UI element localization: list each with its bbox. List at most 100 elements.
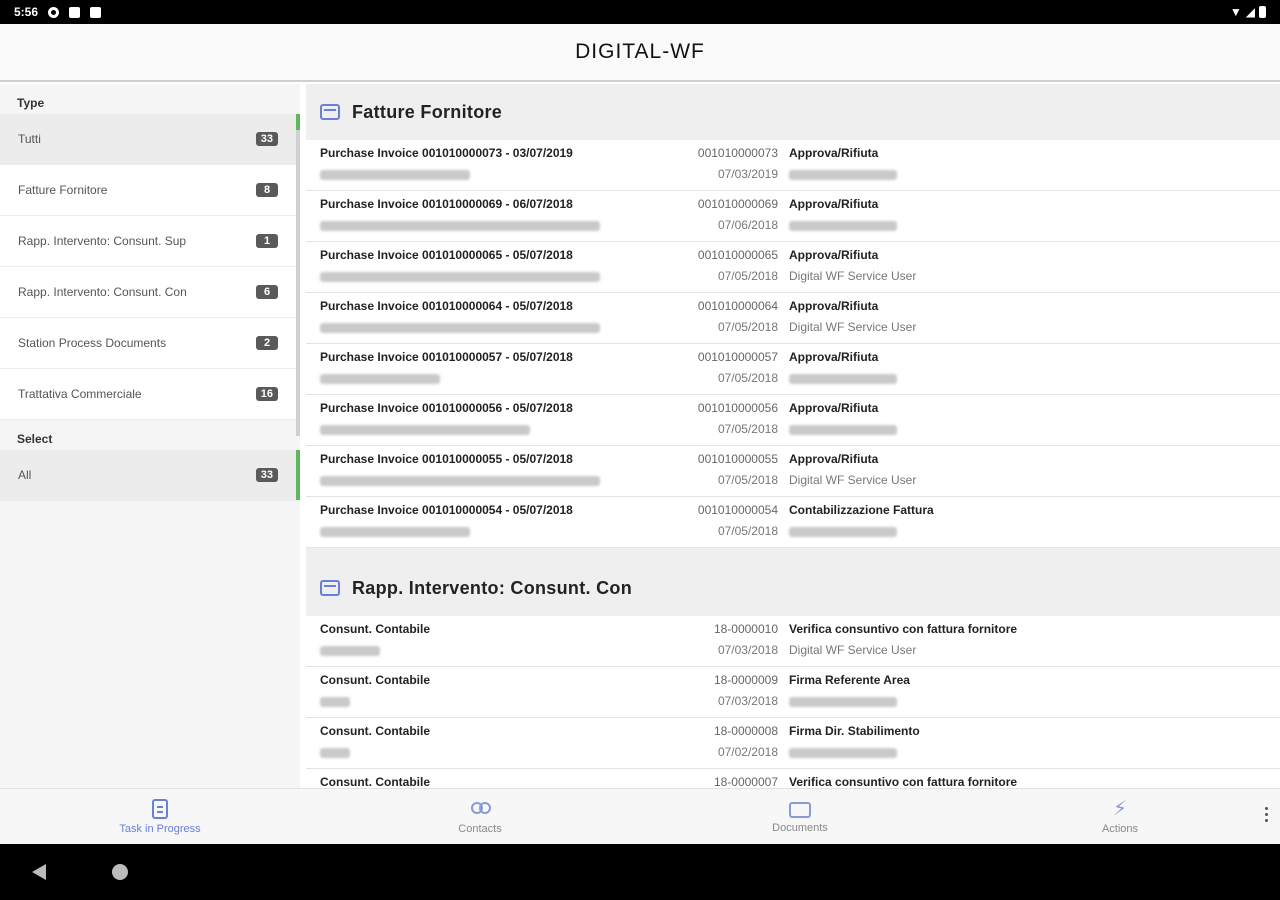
redacted-subtitle: [320, 421, 680, 437]
overflow-menu-icon[interactable]: [1265, 807, 1268, 822]
sidebar-item[interactable]: Fatture Fornitore 8: [0, 165, 296, 216]
task-row[interactable]: Purchase Invoice 001010000054 - 05/07/20…: [306, 497, 1280, 548]
sidebar-item-label: Rapp. Intervento: Consunt. Sup: [18, 234, 187, 248]
group-header[interactable]: Fatture Fornitore: [306, 84, 1280, 140]
task-row[interactable]: Purchase Invoice 001010000056 - 05/07/20…: [306, 395, 1280, 446]
redacted-text: [320, 526, 470, 537]
task-user: Digital WF Service User: [789, 320, 917, 334]
battery-icon: [1259, 6, 1266, 18]
task-user: [789, 370, 1269, 386]
task-action: Approva/Rifiuta: [789, 452, 879, 466]
task-meta: 001010000073 07/03/2019: [636, 145, 778, 182]
task-date: 07/05/2018: [717, 269, 778, 283]
task-user: [789, 421, 1269, 437]
task-icon: [152, 798, 168, 819]
task-action: Firma Referente Area: [789, 673, 910, 687]
task-date: 07/03/2018: [717, 694, 778, 708]
task-action: Approva/Rifiuta: [789, 350, 879, 364]
task-row[interactable]: Consunt. Contabile 18-0000007 Verifica con…: [306, 769, 1280, 788]
count-badge: 8: [256, 183, 278, 197]
actions-icon: ⚡: [1112, 797, 1128, 820]
redacted-text: [789, 424, 897, 435]
redacted-text: [320, 747, 350, 758]
task-number: 001010000056: [697, 401, 778, 415]
nav-item[interactable]: Contacts: [320, 789, 640, 844]
nav-item[interactable]: Task in Progress: [0, 789, 320, 844]
group-header[interactable]: Rapp. Intervento: Consunt. Con: [306, 560, 1280, 616]
task-action: Contabilizzazione Fattura: [789, 503, 934, 517]
sidebar-item-label: Fatture Fornitore: [18, 183, 108, 197]
task-description: Consunt. Contabile: [320, 774, 680, 788]
task-row[interactable]: Purchase Invoice 001010000073 - 03/07/20…: [306, 140, 1280, 191]
task-row[interactable]: Purchase Invoice 001010000065 - 05/07/20…: [306, 242, 1280, 293]
count-badge: 33: [255, 132, 278, 146]
task-description: Purchase Invoice 001010000064 - 05/07/20…: [320, 298, 680, 335]
sidebar-item[interactable]: All 33: [0, 450, 300, 501]
task-number: 001010000054: [697, 503, 778, 517]
redacted-text: [320, 424, 530, 435]
redacted-text: [789, 220, 897, 231]
task-row[interactable]: Purchase Invoice 001010000055 - 05/07/20…: [306, 446, 1280, 497]
home-icon[interactable]: [112, 864, 128, 880]
task-number: 18-0000010: [713, 622, 778, 636]
task-meta: 001010000054 07/05/2018: [636, 502, 778, 539]
task-title: Purchase Invoice 001010000065 - 05/07/20…: [320, 248, 573, 262]
task-title: Consunt. Contabile: [320, 673, 430, 687]
task-date: 07/02/2018: [717, 745, 778, 759]
redacted-text: [789, 696, 897, 707]
clock: 5:56: [14, 5, 39, 19]
sidebar-item[interactable]: Tutti 33: [0, 114, 300, 165]
bottom-navigation: Task in Progress Contacts Documents ⚡ Action…: [0, 788, 1280, 844]
task-title: Purchase Invoice 001010000057 - 05/07/20…: [320, 350, 573, 364]
redacted-subtitle: [320, 693, 680, 709]
task-action: Verifica consuntivo con fattura fornitor…: [789, 775, 1018, 788]
task-step: Verifica consuntivo con fattura fornitor…: [789, 774, 1269, 788]
task-meta: 001010000064 07/05/2018: [636, 298, 778, 335]
task-row[interactable]: Purchase Invoice 001010000064 - 05/07/20…: [306, 293, 1280, 344]
nav-label: Actions: [1101, 822, 1139, 835]
count-badge: 16: [255, 387, 278, 401]
sidebar-scrollbar[interactable]: [296, 130, 300, 436]
nav-label: Documents: [772, 821, 828, 834]
redacted-text: [789, 526, 897, 537]
task-user: [789, 217, 1269, 233]
task-number: 001010000065: [697, 248, 778, 262]
select-section-label: Select: [17, 432, 53, 446]
contacts-icon: [470, 799, 491, 819]
task-row[interactable]: Purchase Invoice 001010000057 - 05/07/20…: [306, 344, 1280, 395]
task-description: Purchase Invoice 001010000057 - 05/07/20…: [320, 349, 680, 386]
task-step: Approva/Rifiuta: [789, 145, 1269, 182]
sidebar-item-label: Rapp. Intervento: Consunt. Con: [18, 285, 187, 299]
task-action: Firma Dir. Stabilimento: [789, 724, 920, 738]
redacted-subtitle: [320, 166, 680, 182]
task-meta: 18-0000007: [636, 774, 778, 788]
nav-item[interactable]: ⚡ Actions: [960, 789, 1280, 844]
folder-icon: [320, 580, 340, 596]
task-row[interactable]: Consunt. Contabile 18-0000010 07/03/2018 Ve…: [306, 616, 1280, 667]
task-description: Purchase Invoice 001010000054 - 05/07/20…: [320, 502, 680, 539]
nav-item[interactable]: Documents: [640, 789, 960, 844]
sidebar-item[interactable]: Rapp. Intervento: Consunt. Con 6: [0, 267, 296, 318]
task-date: 07/03/2018: [717, 643, 778, 657]
sidebar-item-label: Trattativa Commerciale: [18, 387, 142, 401]
redacted-text: [789, 747, 897, 758]
task-step: Firma Referente Area: [789, 672, 1269, 709]
sidebar-item-label: All: [18, 468, 32, 482]
task-row[interactable]: Consunt. Contabile 18-0000009 07/03/2018 Fi…: [306, 667, 1280, 718]
task-row[interactable]: Consunt. Contabile 18-0000008 07/02/2018 Fi…: [306, 718, 1280, 769]
sidebar-item[interactable]: Rapp. Intervento: Consunt. Sup 1: [0, 216, 296, 267]
sidebar-item[interactable]: Trattativa Commerciale 16: [0, 369, 296, 420]
back-icon[interactable]: [32, 864, 46, 880]
count-badge: 1: [256, 234, 278, 248]
sidebar-item[interactable]: Station Process Documents 2: [0, 318, 296, 369]
task-user: [789, 693, 1269, 709]
redacted-text: [789, 373, 897, 384]
task-number: 18-0000007: [713, 775, 778, 788]
group-title: Rapp. Intervento: Consunt. Con: [352, 577, 632, 598]
task-date: 07/05/2018: [717, 422, 778, 436]
task-row[interactable]: Purchase Invoice 001010000069 - 06/07/20…: [306, 191, 1280, 242]
redacted-subtitle: [320, 472, 680, 488]
task-action: Approva/Rifiuta: [789, 248, 879, 262]
task-number: 001010000073: [697, 146, 778, 160]
task-meta: 001010000065 07/05/2018: [636, 247, 778, 284]
